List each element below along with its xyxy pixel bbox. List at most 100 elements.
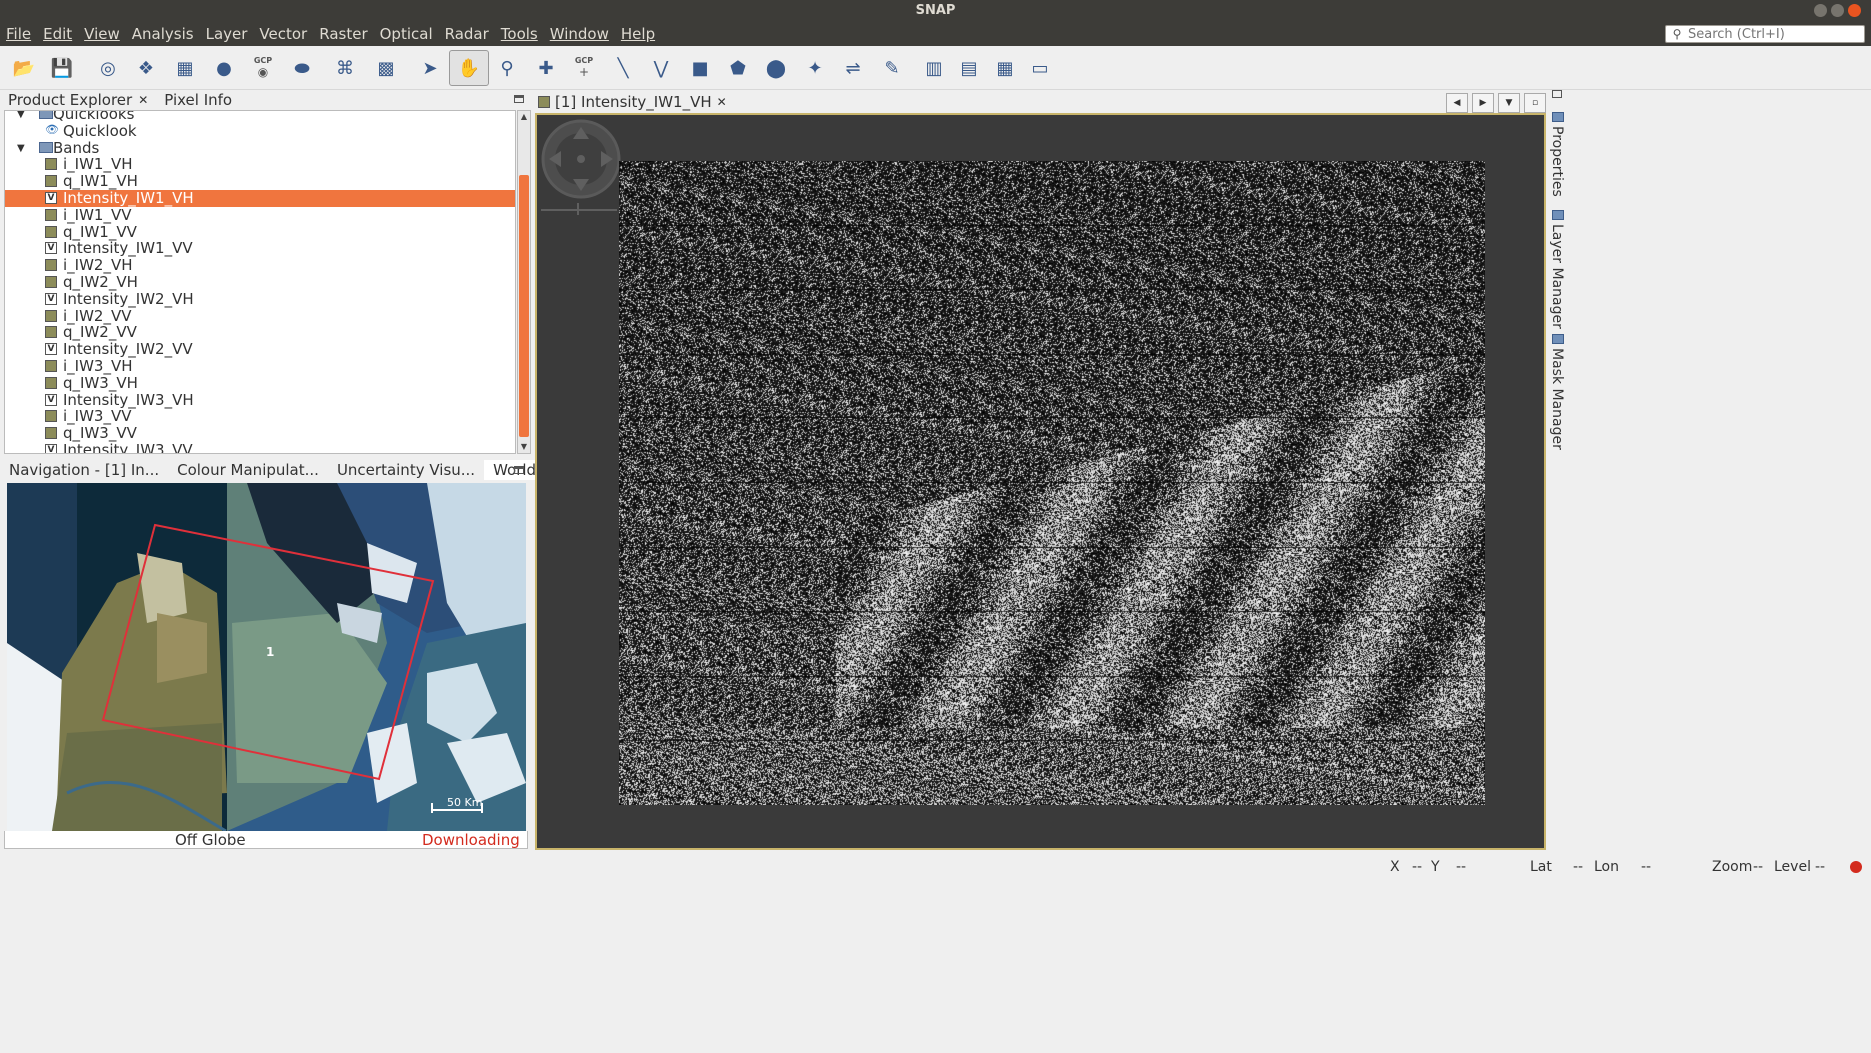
polygon-draw-icon[interactable]: ⬟ [724,54,752,82]
tab-pixel-info[interactable]: Pixel Info [156,91,240,109]
tab-image-view[interactable]: [1] Intensity_IW1_VH ✕ [538,92,727,112]
polyline-draw-icon[interactable]: ⋁ [647,54,675,82]
document-list-button[interactable]: ▼ [1498,93,1520,113]
expand-toggle-icon[interactable]: ▼ [17,111,27,123]
search-input[interactable] [1688,26,1858,42]
pin-placing-icon[interactable]: ✚ [532,54,560,82]
tree-item[interactable]: q_IW3_VH [5,374,515,392]
next-document-button[interactable]: ▶ [1472,93,1494,113]
tree-item[interactable]: q_IW2_VH [5,274,515,291]
menu-analysis[interactable]: Analysis [126,25,200,43]
pencil-icon[interactable]: ✎ [878,54,906,82]
maximize-document-button[interactable]: ▫ [1524,93,1546,113]
tab-product-explorer[interactable]: Product Explorer ✕ [0,91,156,109]
world-icon[interactable]: ⬬ [288,54,316,82]
session-icon[interactable]: ❖ [132,54,160,82]
error-indicator-icon[interactable] [1850,861,1862,873]
close-icon[interactable]: ✕ [717,95,727,109]
zoom-slider-handle[interactable] [577,203,579,215]
tree-item[interactable]: i_IW2_VH [5,257,515,274]
pan-tool-icon[interactable]: ✋ [449,50,489,86]
level-value: -- [1815,859,1826,875]
tab-colour-manipulation[interactable]: Colour Manipulat... [168,460,328,480]
tile-grid-icon[interactable]: ▦ [991,54,1019,82]
tree-item[interactable]: q_IW2_VV [5,324,515,341]
image-view-canvas[interactable] [535,113,1546,850]
previous-document-button[interactable]: ◀ [1446,93,1468,113]
rectangle-draw-icon[interactable]: ■ [686,54,714,82]
minimize-panel-button[interactable] [514,95,524,103]
pin-icon[interactable]: ● [210,54,238,82]
restore-window-icon[interactable] [1552,90,1562,98]
tab-navigation[interactable]: Navigation - [1] In... [0,460,168,480]
tree-item[interactable]: i_IW1_VH [5,156,515,173]
tree-item[interactable]: i_IW3_VV [5,408,515,425]
minimize-window-button[interactable] [1814,4,1827,17]
reprojection-icon[interactable]: ◎ [94,54,122,82]
layer-manager-tab[interactable]: Layer Manager [1549,224,1565,329]
open-product-icon[interactable]: 📂 [10,54,38,82]
menu-file[interactable]: File [0,25,37,43]
close-window-button[interactable] [1848,4,1861,17]
tile-vertical-icon[interactable]: ▤ [955,54,983,82]
product-tree[interactable]: ▼ Quicklooks 👁 Quicklook ▼ Bands i_IW1_VH q_IW1… [4,110,516,454]
tab-uncertainty-visualisation[interactable]: Uncertainty Visu... [328,460,484,480]
band-icon [45,376,57,389]
minimize-panel-button[interactable] [514,466,524,474]
gcp-icon[interactable]: GCP ◉ [249,54,277,82]
graticule-icon[interactable]: ▦ [171,54,199,82]
tree-item[interactable]: V Intensity_IW2_VV [5,341,515,358]
menu-view[interactable]: View [78,25,126,43]
tile-horizontal-icon[interactable]: ▥ [920,54,948,82]
range-finder-icon[interactable]: ⇌ [839,54,867,82]
tree-item[interactable]: i_IW2_VV [5,307,515,325]
magic-wand-icon[interactable]: ✦ [801,54,829,82]
menu-optical[interactable]: Optical [374,25,439,43]
menu-layer[interactable]: Layer [200,25,254,43]
document-nav-buttons: ◀ ▶ ▼ ▫ [1446,93,1546,113]
tree-item[interactable]: V Intensity_IW1_VV [5,240,515,257]
menu-raster[interactable]: Raster [313,25,373,43]
search-box[interactable]: ⚲ [1665,25,1865,43]
menu-tools[interactable]: Tools [495,25,544,43]
tree-item[interactable]: q_IW1_VH [5,173,515,190]
maximize-window-button[interactable] [1831,4,1844,17]
tree-item[interactable]: i_IW1_VV [5,206,515,224]
tree-item[interactable]: V Intensity_IW2_VH [5,290,515,308]
tree-item[interactable]: 👁 Quicklook [5,122,515,140]
gcp-placing-icon[interactable]: GCP + [570,54,598,82]
batch-processing-icon[interactable]: ▩ [372,54,400,82]
menu-radar[interactable]: Radar [439,25,495,43]
tree-item[interactable]: q_IW3_VV [5,425,515,442]
tree-item[interactable]: V Intensity_IW1_VH [5,190,515,207]
product-tree-scrollbar[interactable]: ▲ ▼ [517,110,531,454]
properties-tab[interactable]: Properties [1549,126,1565,197]
world-view-map[interactable]: 1 50 Km [7,483,526,831]
select-tool-icon[interactable]: ➤ [416,54,444,82]
expand-toggle-icon[interactable]: ▼ [17,140,27,157]
menu-window[interactable]: Window [544,25,615,43]
menu-edit[interactable]: Edit [37,25,78,43]
scroll-up-arrow-icon[interactable]: ▲ [518,111,530,123]
save-product-icon[interactable]: 💾 [48,54,76,82]
tree-item[interactable]: q_IW1_VV [5,223,515,241]
tree-folder[interactable]: ▼ Bands [5,139,515,157]
close-icon[interactable]: ✕ [138,93,148,107]
zoom-tool-icon[interactable]: ⚲ [493,54,521,82]
scrollbar-thumb[interactable] [519,175,529,437]
longitude-label: Lon [1594,859,1619,875]
zoom-slider[interactable] [541,209,617,211]
tree-item[interactable]: V Intensity_IW3_VV [5,442,515,453]
scroll-down-arrow-icon[interactable]: ▼ [518,441,530,453]
menu-vector-label: Vector [259,25,308,43]
tree-item[interactable]: V Intensity_IW3_VH [5,391,515,409]
tree-item[interactable]: i_IW3_VH [5,358,515,375]
graph-builder-icon[interactable]: ⌘ [331,54,359,82]
menu-vector[interactable]: Vector [253,25,313,43]
menu-help[interactable]: Help [615,25,661,43]
mask-manager-tab[interactable]: Mask Manager [1549,348,1565,450]
ellipse-draw-icon[interactable]: ⬤ [762,54,790,82]
tile-single-icon[interactable]: ▭ [1026,54,1054,82]
line-draw-icon[interactable]: ╲ [609,54,637,82]
navigation-control[interactable] [541,119,621,199]
